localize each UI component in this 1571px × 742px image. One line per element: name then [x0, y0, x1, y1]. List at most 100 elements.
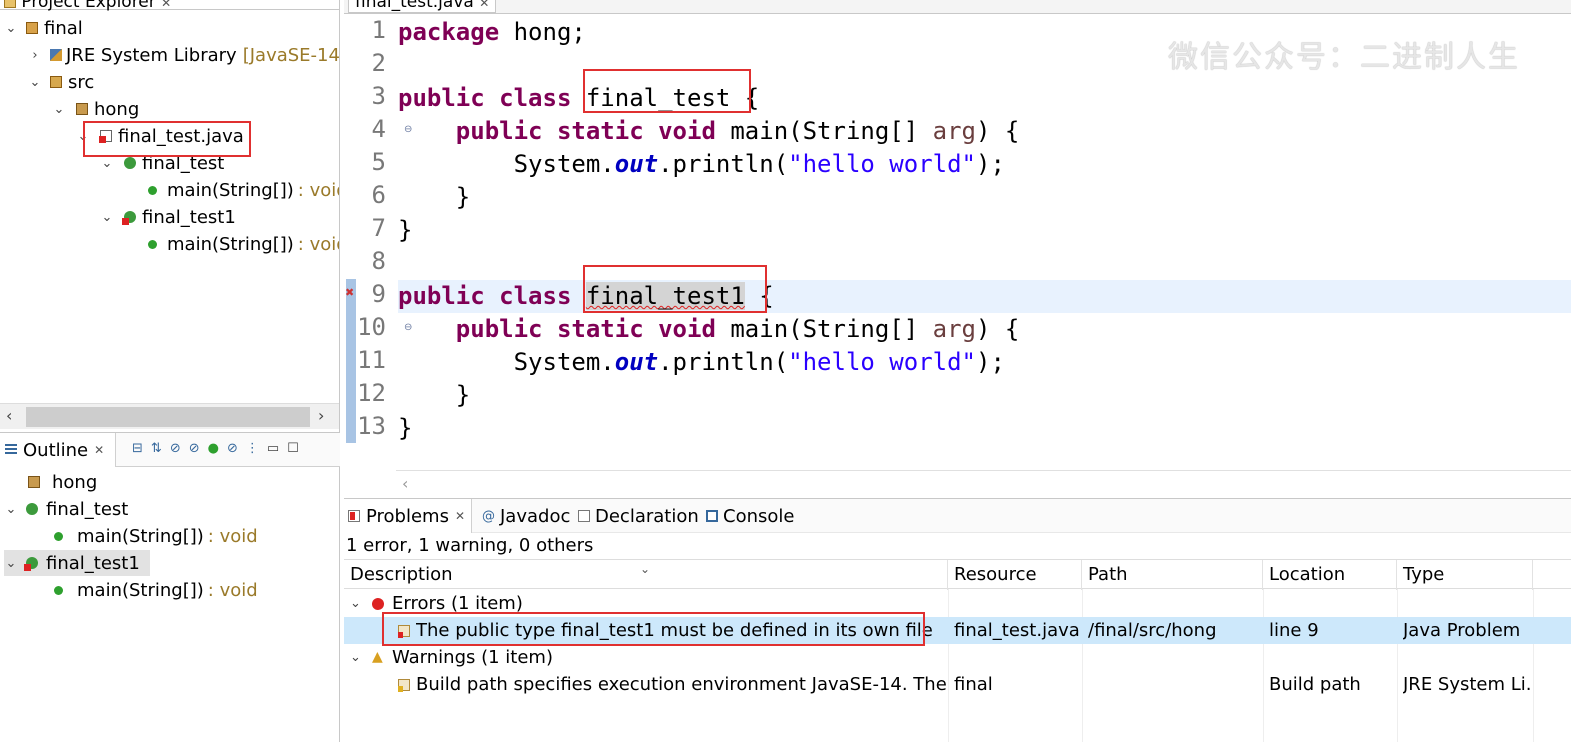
- line-numbers: 1 2 3 4 5 6 7 8 9 10 11 12 13 ⊖ ⊖: [357, 14, 412, 470]
- close-icon[interactable]: ✕: [161, 0, 171, 10]
- scroll-left-icon[interactable]: ‹: [6, 406, 12, 425]
- code-text: );: [976, 150, 1005, 178]
- chevron-down-icon[interactable]: ⌄: [4, 21, 18, 36]
- parameter: arg: [932, 315, 977, 343]
- parameter: arg: [932, 117, 977, 145]
- jre-version: [JavaSE-14]: [242, 44, 340, 66]
- line-number: 4: [371, 115, 386, 143]
- editor-horizontal-scrollbar[interactable]: ‹: [396, 470, 1571, 496]
- group-row-warnings[interactable]: ⌄ ▲ Warnings (1 item): [344, 644, 1571, 671]
- scroll-left-icon[interactable]: ‹: [402, 474, 408, 493]
- tab-javadoc[interactable]: @ Javadoc: [482, 499, 570, 533]
- tree-item-jre[interactable]: › JRE System Library [JavaSE-14]: [28, 42, 340, 68]
- class-error-icon: [24, 557, 38, 571]
- tab-console[interactable]: Console: [706, 499, 794, 533]
- outline-item-package[interactable]: hong: [28, 469, 97, 495]
- scroll-right-icon[interactable]: ›: [318, 406, 324, 425]
- chevron-down-icon[interactable]: ⌄: [100, 210, 114, 225]
- error-marker-icon[interactable]: ✖: [345, 286, 354, 299]
- problem-location: line 9: [1269, 620, 1319, 641]
- tab-declaration[interactable]: Declaration: [578, 499, 699, 533]
- code-line-13: }: [398, 412, 1571, 445]
- line-number: 2: [371, 49, 386, 77]
- problem-row-warning[interactable]: Build path specifies execution environme…: [344, 671, 1571, 698]
- code-text: }: [398, 216, 413, 244]
- warning-icon: ▲: [372, 649, 383, 665]
- tab-outline[interactable]: Outline ✕: [0, 433, 116, 467]
- code-editor[interactable]: ✖ 1 2 3 4 5 6 7 8 9 10 11 12 13 ⊖ ⊖ pack…: [344, 14, 1571, 493]
- outline-item-label: main(String[]): [77, 579, 204, 601]
- tab-final-test-java[interactable]: final_test.java ✕: [348, 0, 497, 13]
- column-header-resource[interactable]: Resource: [948, 560, 1082, 590]
- outline-item-class2-method[interactable]: main(String[]) : void: [54, 577, 258, 603]
- chevron-down-icon[interactable]: ⌄: [350, 644, 361, 671]
- chevron-down-icon[interactable]: ⌄: [4, 502, 18, 517]
- code-text: ) {: [976, 117, 1020, 145]
- close-icon[interactable]: ✕: [94, 443, 104, 457]
- tree-item-class2-method[interactable]: main(String[]) : void: [148, 231, 339, 257]
- hide-static-icon[interactable]: ⊘: [189, 441, 200, 456]
- chevron-down-icon[interactable]: ⌄: [100, 156, 114, 171]
- code-line-4: public static void main(String[] arg) {: [398, 115, 1571, 148]
- tab-label: Javadoc: [500, 505, 571, 527]
- line-number: 10: [357, 313, 386, 341]
- tree-item-project[interactable]: ⌄ final: [4, 15, 83, 41]
- keyword: void: [658, 117, 716, 145]
- chevron-down-icon[interactable]: ⌄: [350, 590, 361, 617]
- chevron-down-icon[interactable]: ⌄: [52, 102, 66, 117]
- outline-item-class1[interactable]: ⌄ final_test: [4, 496, 129, 522]
- horizontal-scrollbar[interactable]: ‹ ›: [0, 403, 339, 429]
- tree-item-src[interactable]: ⌄ src: [28, 69, 95, 95]
- code-text: System.: [513, 348, 615, 376]
- tab-project-explorer[interactable]: Project Explorer ✕: [4, 0, 171, 12]
- code-text: hong;: [499, 18, 586, 46]
- minimize-icon[interactable]: ▭: [267, 441, 279, 456]
- line-number: 11: [357, 346, 386, 374]
- column-header-description[interactable]: Description ⌄: [344, 560, 948, 590]
- return-type: : void: [297, 179, 339, 201]
- code-text: .println(: [658, 150, 789, 178]
- highlight-box-class1: [583, 69, 751, 113]
- outline-panel: Outline ✕ ⊟ ⇅ ⊘ ⊘ ● ⊘ ⋮ ▭ ☐ hong ⌄ final…: [0, 432, 340, 742]
- close-icon[interactable]: ✕: [455, 509, 465, 523]
- public-method-icon: [54, 531, 63, 541]
- code-area[interactable]: package hong; public class final_test { …: [398, 14, 1571, 470]
- scope-range-indicator: [346, 279, 356, 443]
- chevron-down-icon[interactable]: ⌄: [4, 556, 18, 571]
- keyword: package: [398, 18, 500, 46]
- problem-type: Java Problem: [1403, 620, 1521, 641]
- column-header-path[interactable]: Path: [1082, 560, 1263, 590]
- class-icon: [124, 157, 136, 169]
- line-number: 6: [371, 181, 386, 209]
- collapse-all-icon[interactable]: ⊟: [132, 441, 143, 456]
- chevron-right-icon[interactable]: ›: [28, 48, 42, 63]
- chevron-down-icon[interactable]: ⌄: [28, 75, 42, 90]
- tree-item-class1-method[interactable]: main(String[]) : void: [148, 177, 339, 203]
- problem-type: JRE System Li...: [1403, 674, 1533, 695]
- outline-item-class1-method[interactable]: main(String[]) : void: [54, 523, 258, 549]
- code-text: ) {: [976, 315, 1020, 343]
- maximize-icon[interactable]: ☐: [287, 441, 299, 456]
- tree-item-label: final: [44, 17, 83, 39]
- outline-tabbar: Outline ✕ ⊟ ⇅ ⊘ ⊘ ● ⊘ ⋮ ▭ ☐: [0, 433, 340, 467]
- tab-label: Problems: [366, 505, 449, 527]
- sort-icon[interactable]: ⇅: [151, 441, 162, 456]
- scrollbar-thumb[interactable]: [26, 407, 310, 427]
- hide-local-types-icon[interactable]: ⊘: [227, 441, 238, 456]
- outline-item-class2[interactable]: ⌄ final_test1: [4, 550, 150, 576]
- hide-fields-icon[interactable]: ⊘: [170, 441, 181, 456]
- tree-item-package[interactable]: ⌄ hong: [52, 96, 140, 122]
- line-number: 1: [371, 16, 386, 44]
- column-label: Resource: [954, 564, 1037, 585]
- tree-item-class2[interactable]: ⌄ final_test1: [100, 204, 236, 230]
- column-header-location[interactable]: Location: [1263, 560, 1397, 590]
- keyword: public: [455, 117, 543, 145]
- static-field: out: [614, 150, 659, 178]
- column-header-type[interactable]: Type: [1397, 560, 1533, 590]
- close-icon[interactable]: ✕: [479, 0, 489, 10]
- view-menu-icon[interactable]: ⋮: [246, 441, 259, 456]
- hide-nonpublic-icon[interactable]: ●: [208, 441, 219, 456]
- tab-problems[interactable]: Problems ✕: [344, 499, 473, 533]
- public-method-icon: [148, 185, 157, 195]
- line-number: 12: [357, 379, 386, 407]
